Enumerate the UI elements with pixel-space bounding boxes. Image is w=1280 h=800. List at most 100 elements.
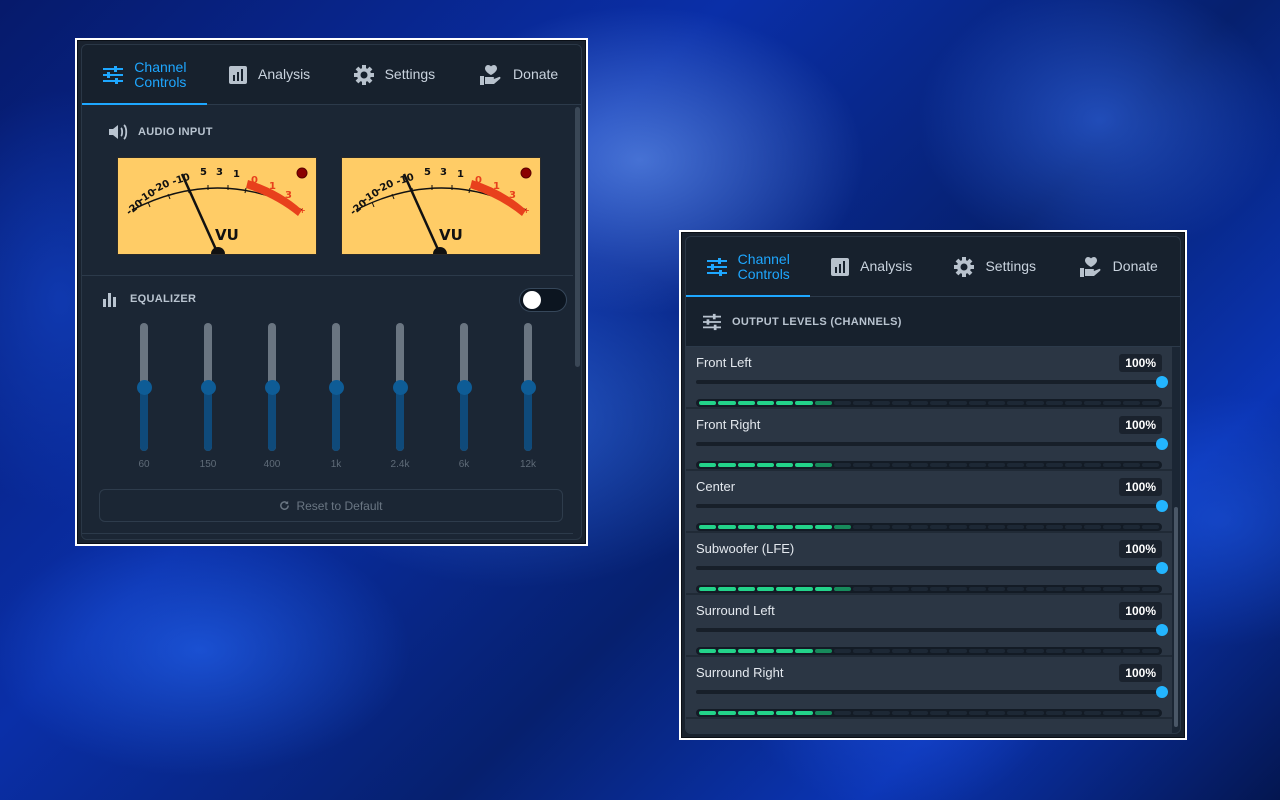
eq-slider[interactable]: [200, 323, 216, 451]
eq-slider-knob[interactable]: [328, 379, 344, 395]
vu-label: VU: [439, 226, 463, 244]
channel-row: Center 100%: [686, 471, 1172, 533]
eq-band: 150: [176, 323, 240, 470]
meter-segment: [968, 649, 986, 653]
tab-settings[interactable]: Settings: [332, 45, 457, 104]
eq-slider[interactable]: [392, 323, 408, 451]
eq-slider-knob[interactable]: [264, 379, 280, 395]
eq-slider-knob[interactable]: [392, 379, 408, 395]
channel-row: Surround Left 100%: [686, 595, 1172, 657]
meter-segment: [833, 587, 851, 591]
meter-segment: [1122, 525, 1140, 529]
eq-slider-knob[interactable]: [520, 379, 536, 395]
panel-content: AUDIO INPUT -20 -10 -20 -10 5 3 1 0 1 3 …: [82, 105, 573, 539]
slider-knob[interactable]: [1156, 686, 1168, 698]
equalizer-header: EQUALIZER: [102, 291, 196, 307]
meter-segment: [1064, 711, 1082, 715]
meter-segment: [699, 463, 717, 467]
tab-analysis[interactable]: Analysis: [810, 237, 934, 296]
eq-slider-fill: [332, 387, 340, 451]
reset-to-default-button[interactable]: Reset to Default: [99, 489, 563, 522]
channel-name: Subwoofer (LFE): [696, 541, 795, 556]
meter-segment: [853, 463, 871, 467]
equalizer-toggle[interactable]: [519, 288, 567, 312]
channel-volume-slider[interactable]: [696, 562, 1168, 574]
tab-channel-controls[interactable]: Channel Controls: [82, 45, 207, 105]
vu-scale-label: 3: [509, 190, 516, 201]
meter-segment: [1045, 525, 1063, 529]
meter-segment: [930, 649, 948, 653]
channel-volume-slider[interactable]: [696, 686, 1168, 698]
meter-segment: [987, 711, 1005, 715]
slider-knob[interactable]: [1156, 438, 1168, 450]
meter-segment: [853, 401, 871, 405]
equalizer-sliders: 60 150 400 1k 2.4k 6k 12k: [112, 323, 560, 470]
meter-segment: [1122, 649, 1140, 653]
channel-level-meter: [696, 585, 1162, 593]
meter-segment: [1141, 649, 1159, 653]
meter-segment: [987, 587, 1005, 591]
donate-hand-heart-icon: [1079, 256, 1103, 278]
tab-channel-controls[interactable]: Channel Controls: [686, 237, 810, 297]
scrollbar[interactable]: [575, 107, 580, 367]
eq-slider-knob[interactable]: [200, 379, 216, 395]
vu-label: VU: [215, 226, 239, 244]
meter-segment: [1122, 587, 1140, 591]
eq-slider[interactable]: [520, 323, 536, 451]
meter-segment: [795, 463, 813, 467]
meter-segment: [872, 463, 890, 467]
channel-volume-slider[interactable]: [696, 624, 1168, 636]
channel-volume-slider[interactable]: [696, 438, 1168, 450]
slider-knob[interactable]: [1156, 500, 1168, 512]
meter-segment: [930, 525, 948, 529]
eq-slider[interactable]: [136, 323, 152, 451]
tab-analysis[interactable]: Analysis: [207, 45, 332, 104]
meter-segment: [814, 525, 832, 529]
vu-scale-label: +: [523, 206, 530, 215]
meter-segment: [910, 401, 928, 405]
slider-knob[interactable]: [1156, 562, 1168, 574]
meter-segment: [891, 649, 909, 653]
eq-slider-knob[interactable]: [456, 379, 472, 395]
slider-knob[interactable]: [1156, 624, 1168, 636]
sliders-icon: [706, 257, 728, 277]
meter-segment: [1141, 463, 1159, 467]
channel-volume-slider[interactable]: [696, 376, 1168, 388]
scrollbar[interactable]: [1174, 507, 1178, 727]
meter-segment: [1084, 587, 1102, 591]
slider-knob[interactable]: [1156, 376, 1168, 388]
meter-segment: [1141, 587, 1159, 591]
channel-volume-slider[interactable]: [696, 500, 1168, 512]
eq-slider-fill: [396, 387, 404, 451]
meter-segment: [737, 587, 755, 591]
meter-segment: [891, 711, 909, 715]
meter-segment: [930, 463, 948, 467]
meter-segment: [814, 463, 832, 467]
meter-segment: [968, 711, 986, 715]
eq-slider[interactable]: [456, 323, 472, 451]
eq-slider-knob[interactable]: [136, 379, 152, 395]
meter-segment: [1045, 649, 1063, 653]
meter-segment: [853, 649, 871, 653]
vu-meter-left: -20 -10 -20 -10 5 3 1 0 1 3 + VU: [117, 157, 317, 255]
meter-segment: [872, 401, 890, 405]
tab-donate[interactable]: Donate: [456, 45, 581, 104]
tab-label: Donate: [1112, 258, 1158, 274]
eq-slider[interactable]: [264, 323, 280, 451]
tab-settings[interactable]: Settings: [933, 237, 1057, 296]
vu-scale-label: 0: [475, 175, 482, 186]
channel-value-badge: 100%: [1119, 354, 1162, 372]
channel-row: Front Left 100%: [686, 347, 1172, 409]
meter-segment: [910, 525, 928, 529]
sliders-icon: [702, 313, 722, 331]
meter-segment: [1026, 525, 1044, 529]
meter-segment: [1007, 711, 1025, 715]
eq-slider[interactable]: [328, 323, 344, 451]
meter-segment: [718, 587, 736, 591]
meter-segment: [891, 525, 909, 529]
meter-segment: [949, 463, 967, 467]
meter-segment: [930, 587, 948, 591]
meter-segment: [699, 711, 717, 715]
tab-donate[interactable]: Donate: [1057, 237, 1181, 296]
vu-scale-label: -20: [375, 178, 396, 196]
